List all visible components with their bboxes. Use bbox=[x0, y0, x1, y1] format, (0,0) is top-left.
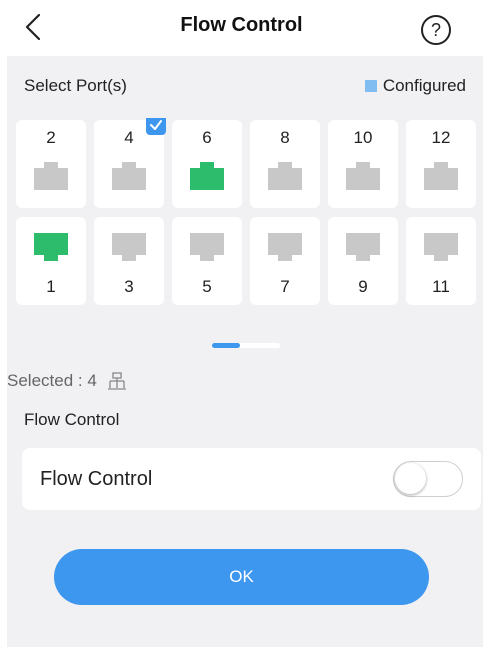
port-number: 6 bbox=[202, 128, 212, 147]
port-4[interactable]: 4 bbox=[94, 118, 166, 208]
selected-count-text: Selected : 4 bbox=[7, 371, 97, 390]
port-9[interactable]: 9 bbox=[328, 217, 398, 305]
page-indicator-active bbox=[212, 343, 240, 348]
port-number: 12 bbox=[431, 128, 451, 147]
port-6[interactable]: 6 bbox=[172, 120, 242, 208]
ok-button[interactable]: OK bbox=[54, 549, 429, 605]
selected-count: Selected : 4 bbox=[7, 371, 127, 391]
port-number: 9 bbox=[358, 277, 368, 296]
ethernet-port-icon bbox=[346, 233, 380, 261]
configured-legend: Configured bbox=[364, 76, 466, 96]
port-number: 2 bbox=[46, 128, 56, 147]
port-7[interactable]: 7 bbox=[250, 217, 320, 305]
ethernet-port-icon bbox=[424, 233, 458, 261]
port-number: 7 bbox=[280, 277, 290, 296]
ethernet-port-icon bbox=[424, 162, 458, 190]
select-ports-label: Select Port(s) bbox=[24, 76, 127, 95]
port-2[interactable]: 2 bbox=[16, 120, 86, 208]
port-10[interactable]: 10 bbox=[328, 120, 398, 208]
port-number: 5 bbox=[202, 277, 212, 296]
ethernet-port-icon bbox=[190, 162, 224, 190]
content-area: Select Port(s) Configured 2 4 6 8 10 12 1 3 5 7 9… bbox=[7, 56, 483, 647]
ports-top-row: 2 4 6 8 10 12 bbox=[16, 118, 483, 208]
ethernet-port-icon bbox=[190, 233, 224, 261]
port-number: 1 bbox=[46, 277, 56, 296]
ethernet-port-icon bbox=[34, 162, 68, 190]
port-number: 3 bbox=[124, 277, 134, 296]
port-number: 10 bbox=[353, 128, 373, 147]
page-indicator bbox=[212, 343, 280, 348]
port-1[interactable]: 1 bbox=[16, 217, 86, 305]
section-title: Flow Control bbox=[24, 410, 120, 429]
ethernet-port-icon bbox=[34, 233, 68, 261]
port-5[interactable]: 5 bbox=[172, 217, 242, 305]
page-title: Flow Control bbox=[180, 14, 303, 36]
ethernet-port-icon bbox=[268, 233, 302, 261]
port-11[interactable]: 11 bbox=[406, 217, 476, 305]
port-8[interactable]: 8 bbox=[250, 120, 320, 208]
checkmark-icon bbox=[146, 118, 166, 135]
ethernet-port-icon bbox=[346, 162, 380, 190]
flow-control-toggle[interactable] bbox=[393, 461, 463, 497]
port-3[interactable]: 3 bbox=[94, 217, 164, 305]
flow-control-card: Flow Control bbox=[22, 448, 481, 510]
ethernet-port-icon bbox=[268, 162, 302, 190]
port-number: 11 bbox=[432, 277, 450, 296]
network-switch-icon bbox=[107, 372, 126, 390]
toggle-knob bbox=[395, 463, 426, 494]
help-icon[interactable]: ? bbox=[421, 15, 451, 45]
header-bar: Flow Control ? bbox=[0, 0, 483, 56]
legend-label: Configured bbox=[382, 76, 466, 95]
legend-swatch bbox=[364, 80, 377, 92]
port-12[interactable]: 12 bbox=[406, 120, 476, 208]
ethernet-port-icon bbox=[112, 233, 146, 261]
port-number: 8 bbox=[280, 128, 290, 147]
ethernet-port-icon bbox=[112, 162, 146, 190]
flow-control-label: Flow Control bbox=[40, 468, 153, 490]
ports-bottom-row: 1 3 5 7 9 11 bbox=[16, 215, 483, 305]
